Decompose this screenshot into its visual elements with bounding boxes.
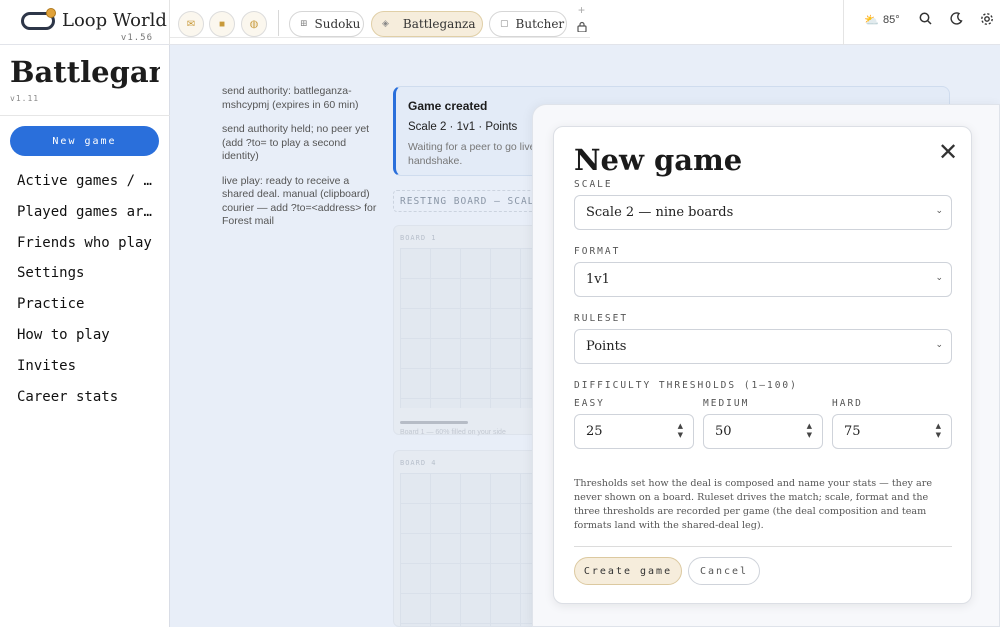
easy-threshold-input[interactable]: 25 ▲ ▼ <box>574 414 694 449</box>
activity-log: send authority: battleganza-mshcypmj (ex… <box>222 85 382 240</box>
diamond-icon: ◈ <box>382 19 389 29</box>
close-icon[interactable]: ✕ <box>938 140 958 166</box>
hard-label: HARD <box>832 398 863 409</box>
create-game-button[interactable]: Create game <box>574 557 682 585</box>
app-version: v1.56 <box>120 33 153 43</box>
ruleset-select[interactable]: Points ⌄ <box>574 329 952 364</box>
add-tab-icon[interactable]: + <box>578 3 585 17</box>
board-card[interactable]: BOARD 1 Board 1 — 60% filled on your sid… <box>393 225 543 436</box>
stepper-icon[interactable]: ▲ ▼ <box>936 422 941 440</box>
board-card[interactable]: BOARD 4 <box>393 450 543 627</box>
thresholds-help-text: Thresholds set how the deal is composed … <box>574 478 932 531</box>
weather-widget[interactable]: ⛅ 85° <box>864 13 900 27</box>
sidebar-item-practice[interactable]: Practice <box>17 294 157 325</box>
game-created-title: Game created <box>408 99 488 113</box>
stepper-icon[interactable]: ▲ ▼ <box>807 422 812 440</box>
board-label: BOARD 4 <box>400 459 437 467</box>
medium-threshold-input[interactable]: 50 ▲ ▼ <box>703 414 823 449</box>
game-created-subtitle: Scale 2 · 1v1 · Points <box>408 121 518 133</box>
sidebar-item-career-stats[interactable]: Career stats <box>17 387 157 418</box>
sidebar-item-active-games[interactable]: Active games / turns <box>17 171 157 202</box>
tab-label: Battleganza <box>402 17 476 31</box>
scale-select[interactable]: Scale 2 — nine boards ⌄ <box>574 195 952 230</box>
square-outline-icon: ▢ <box>500 19 509 29</box>
board-grid[interactable] <box>400 248 542 408</box>
grid-icon: ⊞ <box>300 19 308 29</box>
thresholds-label: DIFFICULTY THRESHOLDS (1–100) <box>574 380 798 391</box>
chevron-down-icon: ⌄ <box>935 340 943 350</box>
square-icon[interactable]: ■ <box>209 11 235 37</box>
board-label: BOARD 1 <box>400 234 437 242</box>
tab-underline <box>170 37 590 38</box>
cloud-sun-icon: ⛅ <box>864 13 879 27</box>
sidebar-divider <box>0 115 170 116</box>
scale-label: SCALE <box>574 179 613 190</box>
weather-temp: 85° <box>882 14 900 26</box>
tab-sudoku[interactable]: ⊞ Sudoku <box>289 11 364 37</box>
coin-icon[interactable]: ◍ <box>241 11 267 37</box>
ruleset-value: Points <box>586 339 627 354</box>
chevron-down-icon: ⌄ <box>935 206 943 216</box>
log-entry: send authority: battleganza-mshcypmj (ex… <box>222 85 359 111</box>
sidebar-item-settings[interactable]: Settings <box>17 263 157 294</box>
dialog-divider <box>574 546 952 547</box>
envelope-icon[interactable]: ✉ <box>178 11 204 37</box>
top-bar: Loop World v1.56 ✉ ■ ◍ ⊞ Sudoku ◈ Battle… <box>0 0 1000 45</box>
game-created-note: Waiting for a peer to go live handshake. <box>408 141 536 167</box>
tab-label: Sudoku <box>314 17 361 31</box>
sidebar-item-played-games[interactable]: Played games archive <box>17 202 157 233</box>
resting-board-label: RESTING BOARD — SCALE 2 <box>393 190 543 212</box>
easy-label: EASY <box>574 398 605 409</box>
medium-label: MEDIUM <box>703 398 750 409</box>
format-label: FORMAT <box>574 246 621 257</box>
ruleset-label: RULESET <box>574 313 629 324</box>
game-version: v1.11 <box>10 94 40 103</box>
log-entry: send authority held; no peer yet (add ?t… <box>222 123 370 162</box>
board-caption: Board 1 — 60% filled on your side <box>400 429 506 436</box>
search-icon[interactable] <box>919 12 932 28</box>
sidebar-nav: Active games / turns Played games archiv… <box>17 171 157 417</box>
moon-icon[interactable] <box>950 12 963 28</box>
tab-battleganza[interactable]: ◈ Battleganza <box>371 11 483 37</box>
toolbar-divider <box>278 10 279 36</box>
cancel-button[interactable]: Cancel <box>688 557 760 585</box>
brand[interactable]: Loop World v1.56 <box>0 0 170 45</box>
game-title: Battleganza <box>10 55 160 89</box>
easy-value: 25 <box>586 424 603 439</box>
new-game-dialog: New game ✕ SCALE Scale 2 — nine boards ⌄… <box>553 126 972 604</box>
board-progress <box>400 421 468 424</box>
gear-icon[interactable] <box>980 12 994 29</box>
sidebar-item-friends[interactable]: Friends who play <box>17 233 157 264</box>
sidebar: Battleganza v1.11 New game Active games … <box>0 45 170 627</box>
hard-value: 75 <box>844 424 861 439</box>
board-grid[interactable] <box>400 473 542 626</box>
scale-value: Scale 2 — nine boards <box>586 205 734 220</box>
medium-value: 50 <box>715 424 732 439</box>
sidebar-item-invites[interactable]: Invites <box>17 356 157 387</box>
tab-butcher[interactable]: ▢ Butcher <box>489 11 567 37</box>
format-value: 1v1 <box>586 272 610 287</box>
tab-label: Butcher <box>515 17 565 31</box>
new-game-button[interactable]: New game <box>10 126 159 156</box>
chevron-down-icon: ⌄ <box>935 273 943 283</box>
loop-logo-icon <box>21 8 56 30</box>
stepper-icon[interactable]: ▲ ▼ <box>678 422 683 440</box>
sidebar-item-how-to-play[interactable]: How to play <box>17 325 157 356</box>
log-entry: live play: ready to receive a shared dea… <box>222 174 377 228</box>
lock-icon[interactable] <box>577 21 587 35</box>
dialog-title: New game <box>574 143 743 177</box>
app-name: Loop World <box>62 10 167 31</box>
format-select[interactable]: 1v1 ⌄ <box>574 262 952 297</box>
hard-threshold-input[interactable]: 75 ▲ ▼ <box>832 414 952 449</box>
